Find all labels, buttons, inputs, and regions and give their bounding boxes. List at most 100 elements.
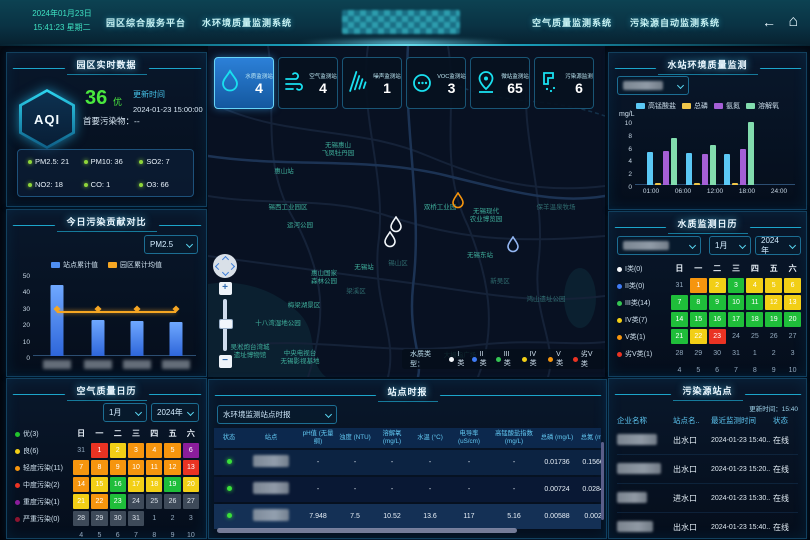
zoom-slider-handle[interactable] xyxy=(219,319,233,329)
calendar-day[interactable]: 7 xyxy=(671,295,688,310)
horizontal-scrollbar[interactable] xyxy=(217,528,517,533)
calendar-day[interactable]: 6 xyxy=(709,363,726,378)
calendar-day[interactable]: 20 xyxy=(183,477,199,492)
calendar-day[interactable]: 9 xyxy=(110,460,126,475)
calendar-day[interactable]: 3 xyxy=(784,346,801,361)
calendar-day[interactable]: 16 xyxy=(110,477,126,492)
table-row[interactable]: 7.9487.510.5213.61175.160.005880.002685.… xyxy=(214,504,601,529)
calendar-day[interactable]: 6 xyxy=(784,278,801,293)
calendar-day[interactable]: 10 xyxy=(183,528,199,540)
calendar-day[interactable]: 25 xyxy=(146,494,162,509)
calendar-day[interactable]: 13 xyxy=(183,460,199,475)
calendar-day[interactable]: 10 xyxy=(128,460,144,475)
calendar-day[interactable]: 8 xyxy=(146,528,162,540)
calendar-day[interactable]: 5 xyxy=(164,443,180,458)
calendar-day[interactable]: 21 xyxy=(73,494,89,509)
calendar-day[interactable]: 1 xyxy=(91,443,107,458)
calendar-day[interactable]: 9 xyxy=(164,528,180,540)
calendar-day[interactable]: 5 xyxy=(91,528,107,540)
calendar-day[interactable]: 24 xyxy=(128,494,144,509)
calendar-day[interactable]: 29 xyxy=(91,511,107,526)
station-button-map-pin[interactable]: 微站监测站65 xyxy=(470,57,530,109)
calendar-day[interactable]: 4 xyxy=(146,443,162,458)
calendar-day[interactable]: 26 xyxy=(765,329,782,344)
station-button-noise-wave[interactable]: 噪声监测站1 xyxy=(342,57,402,109)
calendar-day[interactable]: 8 xyxy=(91,460,107,475)
calendar-day[interactable]: 9 xyxy=(709,295,726,310)
station-button-voc[interactable]: VOC监测站3 xyxy=(406,57,466,109)
calendar-day[interactable]: 19 xyxy=(765,312,782,327)
station-marker-I类[interactable] xyxy=(384,231,397,253)
calendar-day[interactable]: 16 xyxy=(709,312,726,327)
calendar-day[interactable]: 28 xyxy=(671,346,688,361)
calendar-day[interactable]: 1 xyxy=(690,278,707,293)
water-month-select[interactable]: 1月 xyxy=(709,236,751,255)
nav-water-system[interactable]: 水环境质量监测系统 xyxy=(202,16,292,29)
report-type-select[interactable]: 水环境监测站点时报 xyxy=(217,405,337,424)
calendar-day[interactable]: 15 xyxy=(690,312,707,327)
calendar-day[interactable]: 5 xyxy=(765,278,782,293)
calendar-day[interactable]: 2 xyxy=(709,278,726,293)
table-row[interactable]: 出水口2024-01-23 15:20..在线 xyxy=(617,455,798,484)
back-arrow-icon[interactable]: ← xyxy=(762,12,776,32)
calendar-day[interactable]: 14 xyxy=(671,312,688,327)
calendar-day[interactable]: 7 xyxy=(728,363,745,378)
table-row[interactable]: ------0.007240.028493-- xyxy=(214,477,601,502)
calendar-day[interactable]: 20 xyxy=(784,312,801,327)
calendar-day[interactable]: 17 xyxy=(128,477,144,492)
calendar-day[interactable]: 11 xyxy=(146,460,162,475)
calendar-day[interactable]: 27 xyxy=(784,329,801,344)
air-year-select[interactable]: 2024年 xyxy=(151,403,199,422)
table-row[interactable]: 出水口2024-01-23 15:40..在线 xyxy=(617,426,798,455)
water-station-select[interactable] xyxy=(617,76,689,95)
calendar-day[interactable]: 4 xyxy=(746,278,763,293)
calendar-day[interactable]: 10 xyxy=(728,295,745,310)
calendar-day[interactable]: 31 xyxy=(728,346,745,361)
map-pan-control[interactable] xyxy=(213,254,237,278)
calendar-day[interactable]: 23 xyxy=(709,329,726,344)
calendar-day[interactable]: 31 xyxy=(671,278,688,293)
calendar-day[interactable]: 8 xyxy=(746,363,763,378)
calendar-day[interactable]: 30 xyxy=(110,511,126,526)
calendar-day[interactable]: 28 xyxy=(73,511,89,526)
calendar-day[interactable]: 15 xyxy=(91,477,107,492)
table-row[interactable]: 出水口2024-01-23 15:40..在线 xyxy=(617,513,798,540)
calendar-day[interactable]: 14 xyxy=(73,477,89,492)
calendar-day[interactable]: 22 xyxy=(690,329,707,344)
calendar-day[interactable]: 6 xyxy=(110,528,126,540)
calendar-day[interactable]: 23 xyxy=(110,494,126,509)
calendar-day[interactable]: 2 xyxy=(164,511,180,526)
calendar-day[interactable]: 12 xyxy=(164,460,180,475)
calendar-day[interactable]: 27 xyxy=(183,494,199,509)
calendar-day[interactable]: 9 xyxy=(765,363,782,378)
table-row[interactable]: ------0.017360.156656-- xyxy=(214,450,601,475)
calendar-day[interactable]: 18 xyxy=(146,477,162,492)
calendar-day[interactable]: 22 xyxy=(91,494,107,509)
station-button-water-drop[interactable]: 水质监测站4 xyxy=(214,57,274,109)
air-month-select[interactable]: 1月 xyxy=(103,403,147,422)
calendar-day[interactable]: 31 xyxy=(73,443,89,458)
calendar-day[interactable]: 31 xyxy=(128,511,144,526)
nav-air-system[interactable]: 空气质量监测系统 xyxy=(532,16,612,29)
calendar-day[interactable]: 7 xyxy=(128,528,144,540)
calendar-day[interactable]: 17 xyxy=(728,312,745,327)
calendar-day[interactable]: 2 xyxy=(765,346,782,361)
calendar-day[interactable]: 1 xyxy=(746,346,763,361)
calendar-day[interactable]: 11 xyxy=(746,295,763,310)
nav-pollution-system[interactable]: 污染源自动监测系统 xyxy=(630,16,720,29)
calendar-day[interactable]: 4 xyxy=(671,363,688,378)
calendar-day[interactable]: 3 xyxy=(128,443,144,458)
water-year-select[interactable]: 2024年 xyxy=(755,236,801,255)
zoom-out-button[interactable]: − xyxy=(219,355,232,368)
home-icon[interactable]: ⌂ xyxy=(788,12,798,32)
calendar-day[interactable]: 4 xyxy=(73,528,89,540)
pollutant-select[interactable]: PM2.5 xyxy=(144,235,198,254)
calendar-day[interactable]: 29 xyxy=(690,346,707,361)
calendar-day[interactable]: 3 xyxy=(728,278,745,293)
calendar-day[interactable]: 6 xyxy=(183,443,199,458)
table-row[interactable]: 进水口2024-01-23 15:30..在线 xyxy=(617,484,798,513)
calendar-day[interactable]: 10 xyxy=(784,363,801,378)
calendar-day[interactable]: 7 xyxy=(73,460,89,475)
calendar-day[interactable]: 24 xyxy=(728,329,745,344)
calendar-day[interactable]: 18 xyxy=(746,312,763,327)
